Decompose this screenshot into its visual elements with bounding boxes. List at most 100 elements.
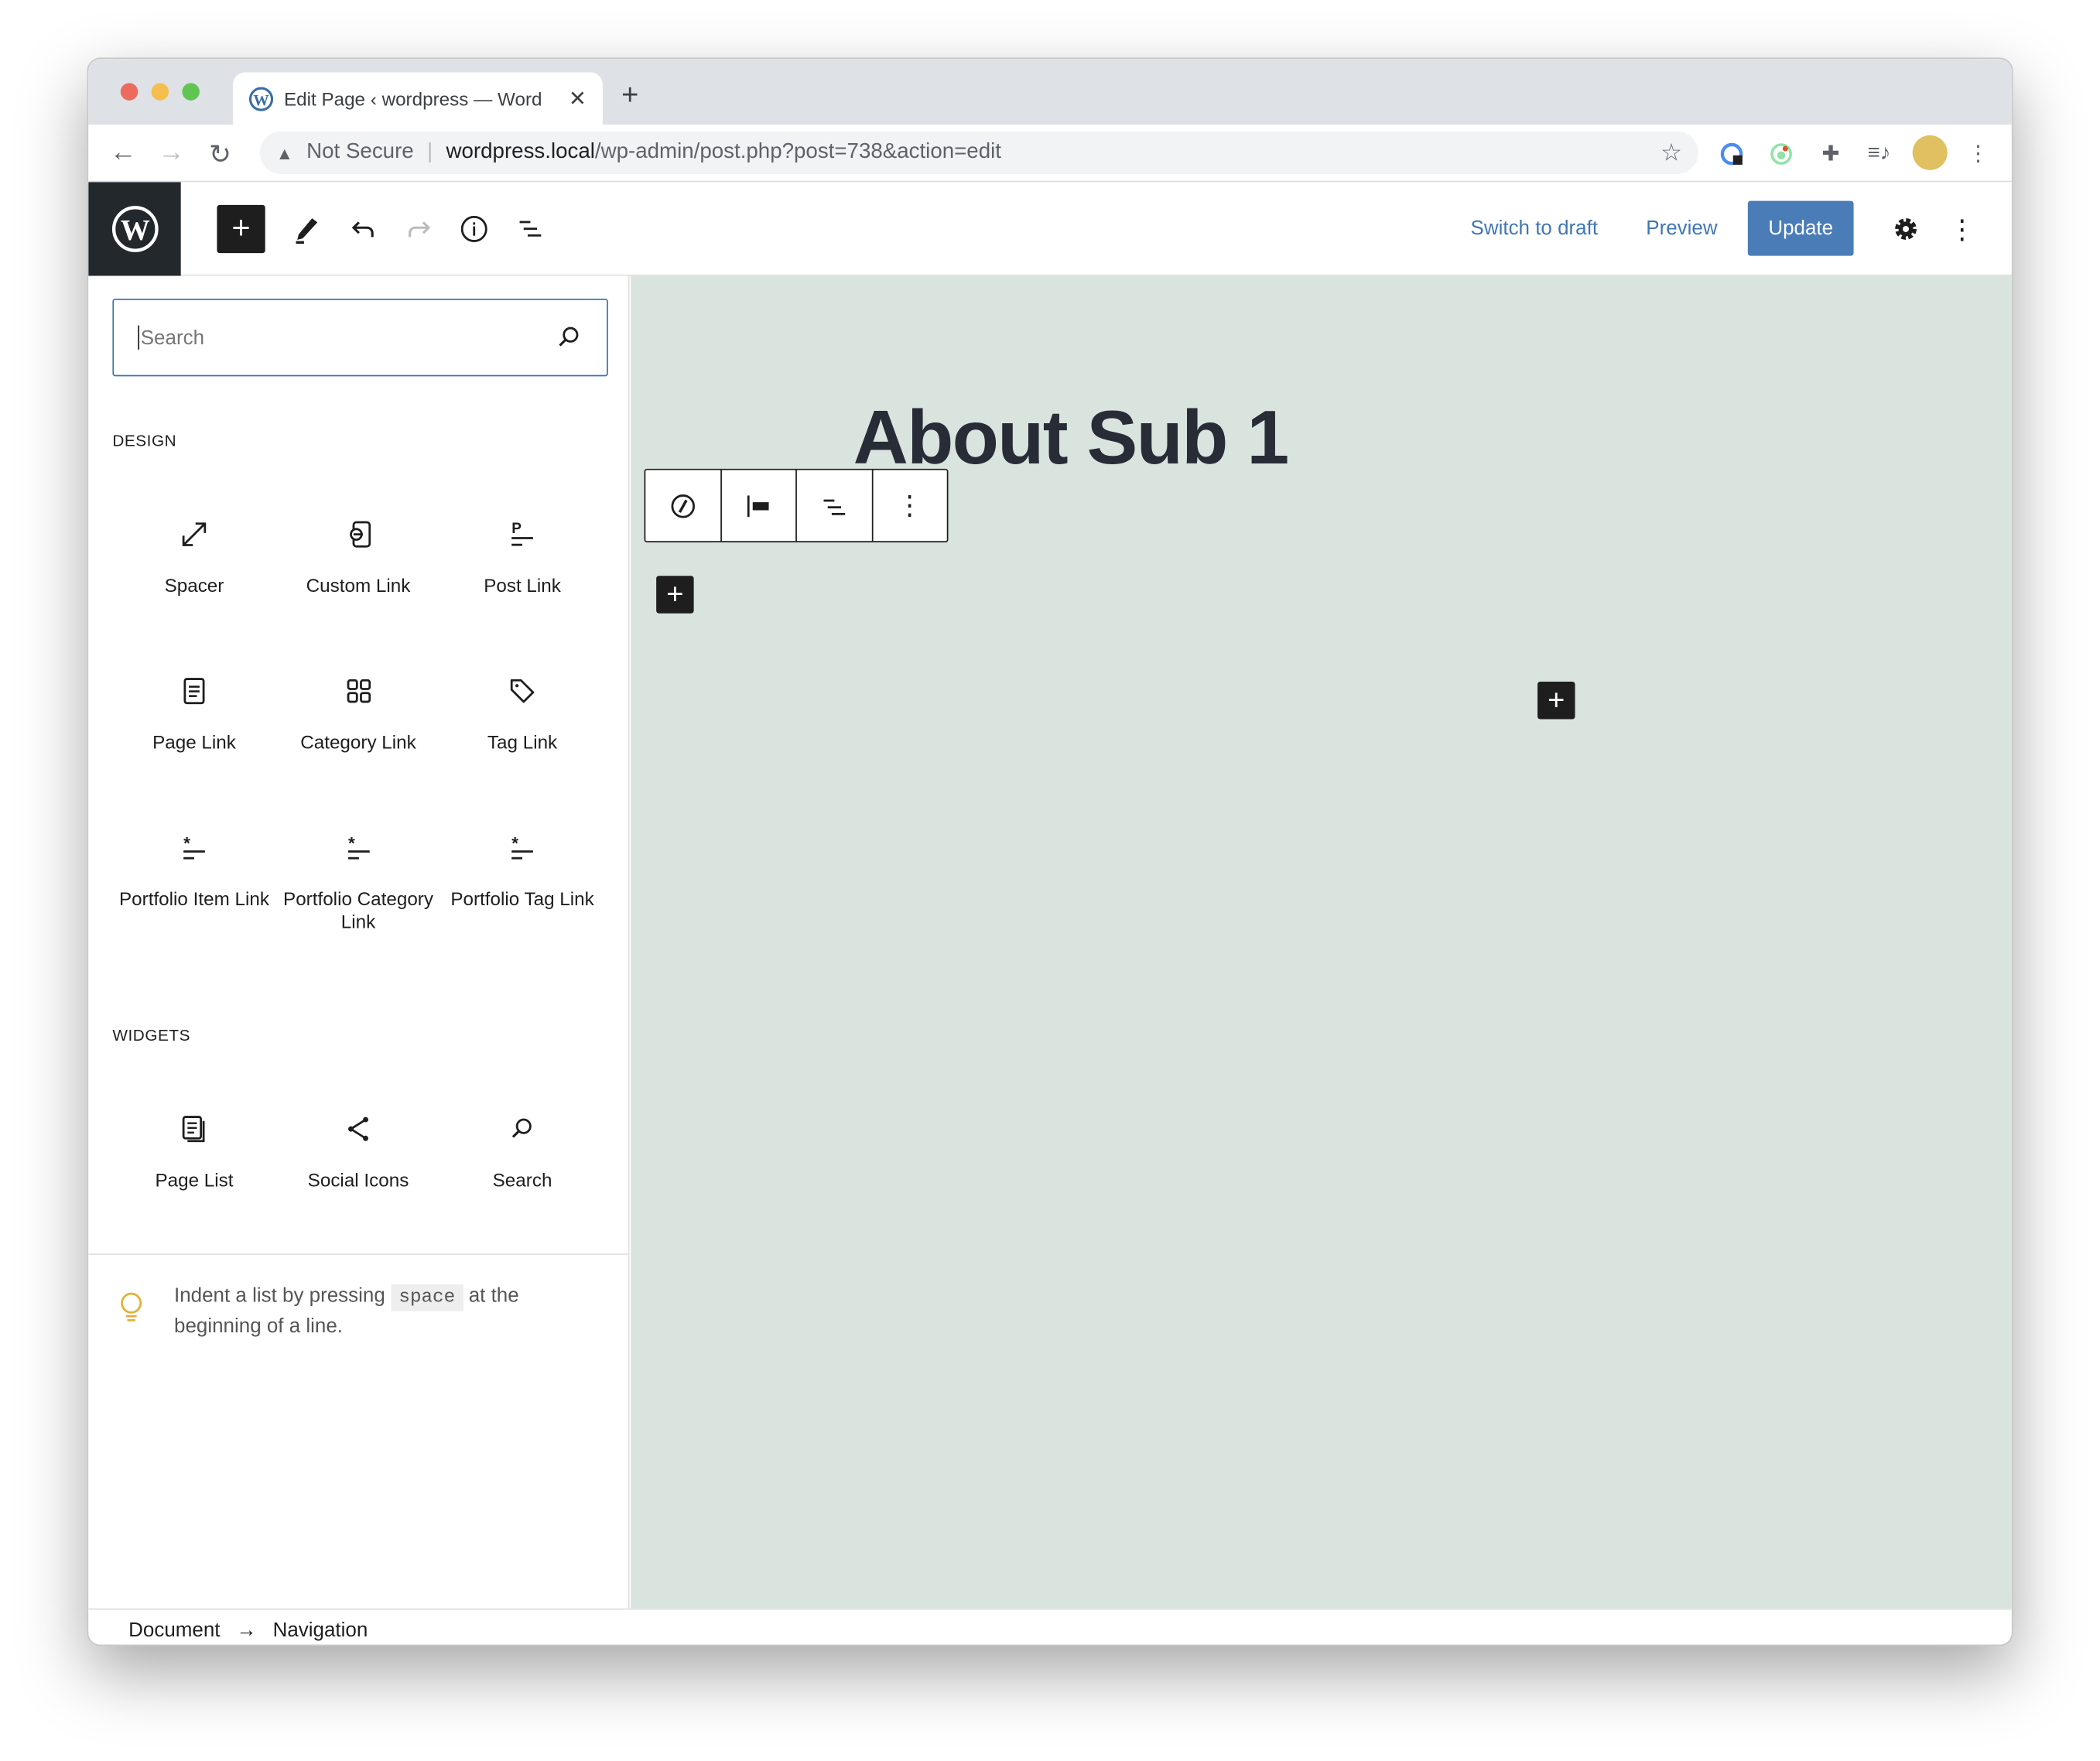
pencil-icon [296,218,318,244]
options-menu-button[interactable]: ⋮ [1938,205,1986,253]
block-item-spacer[interactable]: Spacer [112,518,275,597]
address-bar-row: ← → ↻ ▲ Not Secure | wordpress.local/wp-… [88,124,2012,183]
block-options-button[interactable]: ⋮ [873,470,947,542]
search-icon [559,327,579,347]
arrow-right-icon: → [236,1619,257,1643]
block-item-label: Custom Link [306,574,411,597]
block-toolbar: ⋮ [644,468,949,543]
block-item-label: Portfolio Tag Link [450,887,594,910]
block-item-label: Portfolio Item Link [118,887,269,910]
block-item-post-link[interactable]: P Post Link [440,518,604,597]
forward-icon[interactable]: → [158,138,185,169]
redo-button[interactable] [395,205,443,253]
redo-icon [409,221,431,238]
svg-text:*: * [347,833,354,853]
search-placeholder: Search [140,326,205,349]
details-button[interactable] [450,205,498,253]
update-button[interactable]: Update [1747,200,1854,256]
block-item-portfolio-category-link[interactable]: * Portfolio Category Link [276,832,439,934]
add-navigation-item-button[interactable]: + [656,576,694,614]
block-search-input[interactable]: Search [112,298,608,377]
block-item-portfolio-item-link[interactable]: * Portfolio Item Link [112,832,275,911]
navigation-block-button[interactable] [645,470,722,542]
block-item-tag-link[interactable]: Tag Link [440,675,604,754]
editor-canvas[interactable]: About Sub 1 ⋮ + + [631,275,2012,1609]
inserter-tip: Indent a list by pressing space at the b… [88,1253,630,1342]
block-item-custom-link[interactable]: Custom Link [276,518,439,597]
new-tab-button[interactable]: + [621,77,638,112]
compass-icon [671,494,695,518]
block-item-label: Social Icons [307,1169,409,1191]
list-view-button[interactable] [506,205,554,253]
category-icon [346,679,371,703]
bookmark-star-icon[interactable]: ☆ [1661,138,1682,166]
extensions-puzzle-icon[interactable]: ✚ [1816,139,1845,169]
gear-icon [1895,218,1917,240]
wordpress-logo-icon: W [111,206,158,252]
svg-text:W: W [120,214,149,247]
tab-title: Edit Page ‹ wordpress — Word [283,87,542,110]
wordpress-logo-button[interactable]: W [88,182,181,276]
block-item-search[interactable]: Search [440,1113,604,1192]
security-label: Not Secure [306,140,414,164]
maximize-window-button[interactable] [182,83,200,101]
switch-to-draft-button[interactable]: Switch to draft [1471,217,1599,239]
block-item-label: Category Link [300,731,416,753]
reload-icon[interactable]: ↻ [209,138,231,171]
block-item-page-link[interactable]: Page Link [112,675,275,754]
block-item-social-icons[interactable]: Social Icons [276,1113,439,1192]
close-window-button[interactable] [120,83,139,101]
svg-text:W: W [253,91,268,108]
post-link-icon: P [511,521,533,546]
add-block-canvas-button[interactable]: + [1537,682,1575,720]
block-item-label: Post Link [484,574,561,597]
add-block-button[interactable]: + [217,204,265,254]
tip-key: space [391,1284,463,1311]
block-breadcrumb: Document → Navigation [88,1608,2012,1645]
tab-bar: W Edit Page ‹ wordpress — Word ✕ + [88,59,2012,125]
block-item-label: Tag Link [487,731,558,753]
preview-button[interactable]: Preview [1646,217,1717,239]
breadcrumb-document[interactable]: Document [128,1619,220,1642]
tip-text-before: Indent a list by pressing [174,1284,392,1308]
undo-icon [351,221,374,238]
block-item-page-list[interactable]: Page List [112,1113,275,1192]
design-category-heading: DESIGN [112,431,177,450]
justify-left-icon [747,494,769,517]
tools-pencil-button[interactable] [282,205,330,253]
block-item-category-link[interactable]: Category Link [276,675,439,754]
custom-link-icon [349,521,371,548]
svg-text:P: P [511,521,522,537]
justification-button[interactable] [721,470,797,542]
minimize-window-button[interactable] [151,83,169,101]
widgets-category-heading: WIDGETS [112,1025,190,1045]
browser-tab[interactable]: W Edit Page ‹ wordpress — Word ✕ [233,72,603,125]
editor-header: W + Switch to draft Preview Update ⋮ [88,182,2012,276]
profile-avatar[interactable] [1912,135,1948,170]
url-path: /wp-admin/post.php?post=738&action=edit [594,140,1001,164]
list-view-icon [519,221,542,237]
browser-window: W Edit Page ‹ wordpress — Word ✕ + ← → ↻… [87,57,2013,1646]
media-queue-icon[interactable]: ≡♪ [1864,139,1893,169]
lightbulb-icon [121,1292,142,1322]
close-tab-icon[interactable]: ✕ [569,85,587,112]
undo-button[interactable] [339,205,387,253]
list-view-icon [823,498,845,515]
url-bar[interactable]: ▲ Not Secure | wordpress.local/wp-admin/… [259,131,1698,175]
svg-text:*: * [511,833,518,853]
settings-button[interactable] [1882,205,1930,253]
svg-text:*: * [183,833,190,853]
breadcrumb-navigation[interactable]: Navigation [273,1619,368,1642]
browser-menu-icon[interactable]: ⋮ [1963,139,1992,169]
list-view-block-button[interactable] [797,470,873,542]
orbit-extension-icon[interactable] [1767,139,1796,169]
share-icon [347,1116,368,1141]
page-list-icon [182,1116,205,1143]
block-item-label: Page List [155,1169,234,1191]
block-item-label: Search [492,1169,552,1191]
warning-icon: ▲ [275,142,293,163]
back-icon[interactable]: ← [110,138,137,169]
block-item-portfolio-tag-link[interactable]: * Portfolio Tag Link [440,832,604,911]
search-icon [511,1118,532,1138]
password-extension-icon[interactable] [1717,139,1746,169]
